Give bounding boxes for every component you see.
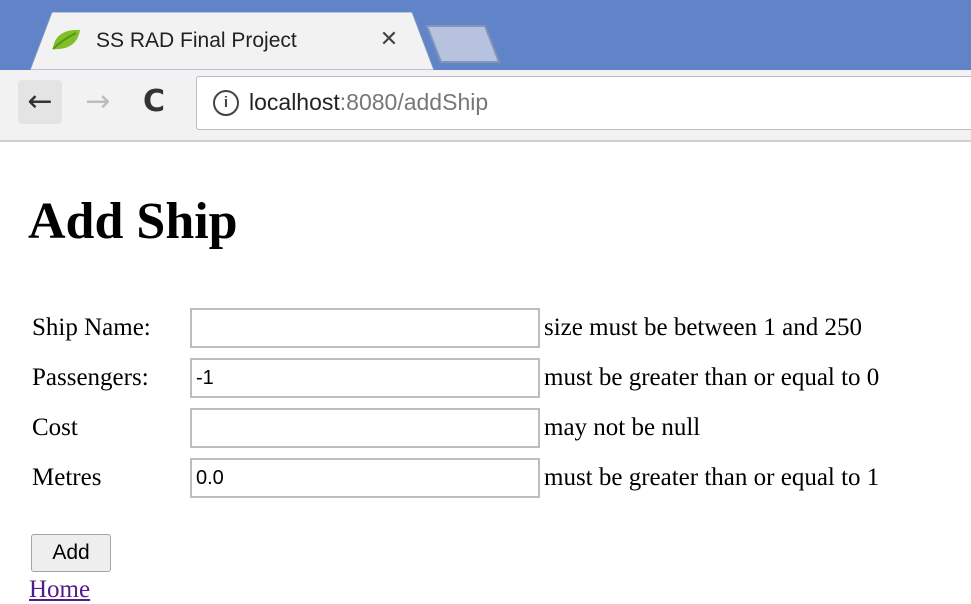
ship-name-label: Ship Name: [32,314,151,341]
cost-error: may not be null [544,414,701,441]
new-tab-button[interactable] [425,24,501,64]
url-path: :8080/addShip [339,89,489,115]
passengers-error: must be greater than or equal to 0 [544,364,880,391]
cost-row: Cost may not be null [0,406,971,452]
metres-label: Metres [32,464,102,491]
metres-input[interactable] [190,458,540,498]
page-title: Add Ship [28,193,238,250]
tab-title: SS RAD Final Project [96,29,297,52]
reload-icon[interactable]: C [132,80,176,124]
url-host: localhost [249,89,340,115]
ship-name-row: Ship Name: size must be between 1 and 25… [0,306,971,352]
passengers-row: Passengers: must be greater than or equa… [0,356,971,402]
spring-leaf-icon [50,28,82,52]
passengers-label: Passengers: [32,364,149,391]
url-text[interactable]: localhost:8080/addShip [249,89,488,116]
ship-name-error: size must be between 1 and 250 [544,314,862,341]
passengers-input[interactable] [190,358,540,398]
cost-input[interactable] [190,408,540,448]
metres-row: Metres must be greater than or equal to … [0,456,971,502]
browser-toolbar: ← → C i localhost:8080/addShip [0,70,971,142]
arrow-right-icon[interactable]: → [76,80,120,124]
page-content: Add Ship Ship Name: size must be between… [0,142,971,603]
home-link[interactable]: Home [29,576,90,604]
metres-error: must be greater than or equal to 1 [544,464,880,491]
add-button[interactable]: Add [31,534,111,572]
close-icon[interactable]: ✕ [376,26,402,54]
cost-label: Cost [32,414,78,441]
tab-bar: SS RAD Final Project ✕ [0,0,971,70]
address-bar[interactable]: i localhost:8080/addShip [196,76,971,130]
info-icon[interactable]: i [213,90,239,116]
arrow-left-icon[interactable]: ← [18,80,62,124]
ship-name-input[interactable] [190,308,540,348]
